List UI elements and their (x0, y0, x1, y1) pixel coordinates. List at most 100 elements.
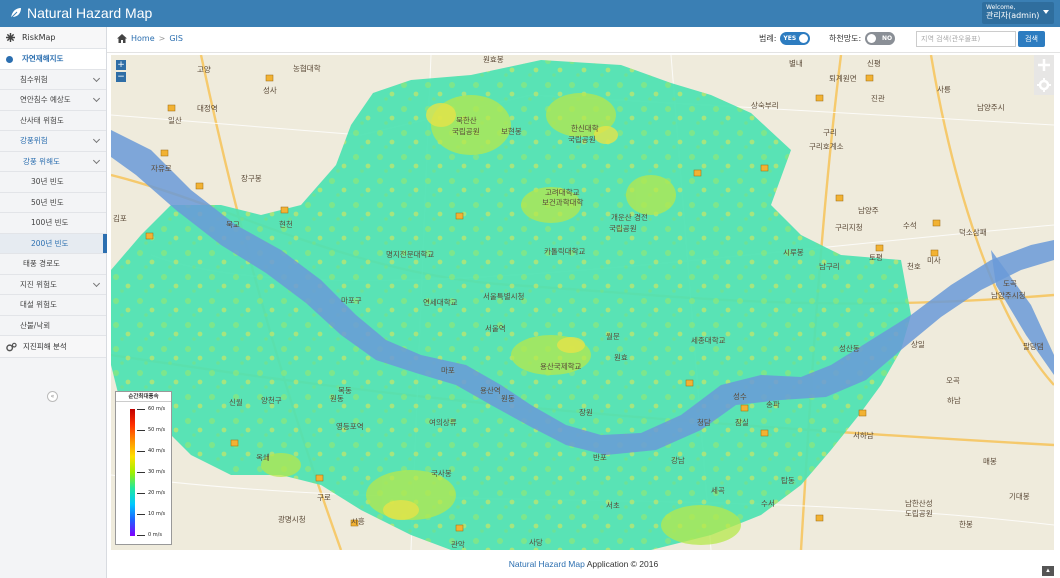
legend-tick: 0 m/s (137, 532, 162, 538)
map-label: 국립공원 (452, 127, 480, 136)
map-label: 연세대학교 (423, 298, 458, 307)
legend-tick: 30 m/s (136, 469, 166, 475)
home-icon (117, 34, 127, 43)
river-toggle[interactable]: NO (865, 32, 896, 45)
map-label: 현천 (279, 220, 293, 229)
sidebar: RiskMap 자연재해지도 침수위험 연안침수 예상도 산사태 위험도 강풍위… (0, 27, 107, 578)
map-label: 남양주 (858, 206, 879, 215)
zoom-out-button[interactable]: − (116, 72, 126, 82)
map-view[interactable]: 고양 대정역 농협대학 원효봉 별내 신평 퇴계원면 진관 사릉 일산 성사 북… (111, 55, 1054, 550)
legend-tick: 20 m/s (136, 490, 166, 496)
sidebar-item-wind[interactable]: 강풍위험 (0, 131, 106, 152)
map-label: 명지전문대학교 (386, 250, 435, 259)
map-label: 대정역 (197, 104, 218, 113)
map-label: 잠실 (735, 418, 749, 427)
map-label: 카톨릭대학교 (544, 247, 586, 256)
map-settings-button[interactable] (1034, 75, 1054, 95)
sidebar-item-earthquake[interactable]: 지진 위험도 (0, 275, 106, 295)
map-label: 성수 (733, 392, 747, 401)
map-label: 세곡 (711, 486, 725, 495)
gears-icon (6, 342, 17, 351)
chevron-down-icon (92, 156, 101, 164)
search-button[interactable]: 검색 (1018, 31, 1045, 47)
map-label: 기대봉 (1009, 492, 1030, 501)
legend-toggle-label: 범례: (759, 34, 777, 43)
sidebar-item-label: 지진 위험도 (20, 279, 57, 289)
scroll-top-button[interactable]: ▲ (1042, 566, 1054, 576)
sidebar-item-label: 강풍위험 (20, 136, 48, 146)
map-label: 마포구 (341, 296, 362, 305)
sidebar-item-50yr[interactable]: 50년 빈도 (0, 193, 106, 213)
chevron-down-icon (92, 279, 101, 287)
sidebar-riskmap[interactable]: RiskMap (0, 27, 106, 49)
map-label: 고양 (197, 65, 211, 74)
map-label: 마포 (441, 366, 455, 375)
sidebar-item-label: 태풍 경로도 (23, 259, 60, 269)
user-menu[interactable]: Welcome, 관리자(admin) (982, 2, 1054, 24)
bullet-icon (6, 56, 13, 63)
map-label: 서울특별시청 (483, 292, 525, 301)
sidebar-item-typhoon-track[interactable]: 태풍 경로도 (0, 254, 106, 275)
region-search-input[interactable] (916, 31, 1016, 47)
map-plus-tool-button[interactable] (1034, 55, 1054, 75)
map-label: 미사 (927, 256, 941, 265)
map-label: 구리 (823, 128, 837, 137)
map-label: 한신대학 (571, 124, 599, 133)
sidebar-item-landslide[interactable]: 산사태 위험도 (0, 111, 106, 131)
sidebar-item-100yr[interactable]: 100년 빈도 (0, 213, 106, 234)
sidebar-item-wind-hazard[interactable]: 강풍 위해도 (0, 152, 106, 172)
sidebar-analysis-label: 지진피해 분석 (23, 342, 67, 351)
legend-toggle[interactable]: YES (780, 32, 811, 45)
sidebar-item-flood[interactable]: 침수위험 (0, 70, 106, 90)
asterisk-icon (6, 33, 15, 42)
brand[interactable]: Natural Hazard Map (10, 5, 152, 21)
sidebar-item-label: 산사태 위험도 (20, 115, 64, 125)
map-label: 남구리 (819, 262, 840, 271)
sidebar-item-fire-lightning[interactable]: 산불/낙뢰 (0, 316, 106, 336)
legend-title: 순간최대풍속 (116, 392, 171, 402)
map-label: 신평 (867, 59, 881, 68)
map-label: 원효봉 (483, 55, 504, 64)
breadcrumb: Home > GIS (117, 34, 183, 43)
river-toggle-label: 하천망도: (829, 34, 862, 43)
sidebar-item-30yr[interactable]: 30년 빈도 (0, 172, 106, 193)
sidebar-earthquake-analysis[interactable]: 지진피해 분석 (0, 336, 106, 358)
map-label: 개운산 경전 (611, 213, 648, 222)
app-header: Natural Hazard Map Welcome, 관리자(admin) (0, 0, 1060, 27)
zoom-in-button[interactable]: + (116, 60, 126, 70)
map-label: 자유로 (151, 164, 172, 173)
sidebar-item-label: 강풍 위해도 (23, 156, 60, 166)
river-toggle-text: NO (882, 35, 893, 42)
map-label: 여의상류 (429, 418, 457, 427)
map-label: 남양주시청 (991, 291, 1026, 300)
sidebar-collapse-button[interactable]: « (47, 391, 58, 402)
map-label: 북교 (226, 220, 240, 229)
caret-down-icon (1043, 10, 1049, 14)
breadcrumb-home[interactable]: Home (131, 34, 155, 43)
map-label: 목동 (338, 386, 352, 395)
sidebar-item-coastal-flood[interactable]: 연안침수 예상도 (0, 90, 106, 111)
breadcrumb-separator: > (158, 34, 166, 43)
map-label: 청담 (697, 418, 711, 427)
map-label: 서하남 (853, 431, 874, 440)
map-label: 시루봉 (783, 248, 804, 257)
sidebar-item-label: 대설 위험도 (20, 300, 57, 310)
map-label: 보현봉 (501, 127, 522, 136)
map-label: 원동 (501, 394, 515, 403)
map-label: 원효 (614, 353, 628, 362)
sidebar-item-label: 200년 빈도 (31, 238, 69, 248)
map-label: 성산동 (839, 344, 860, 353)
map-label: 광명시청 (278, 515, 306, 524)
sidebar-item-label: 30년 빈도 (31, 177, 64, 187)
breadcrumb-current: GIS (169, 34, 183, 43)
map-label: 김포 (113, 214, 127, 223)
sidebar-item-snow[interactable]: 대설 위험도 (0, 295, 106, 316)
sidebar-item-label: 산불/낙뢰 (20, 320, 51, 330)
map-label: 강남 (671, 456, 685, 465)
sidebar-item-200yr[interactable]: 200년 빈도 (0, 233, 107, 254)
sidebar-item-natural-hazard-map[interactable]: 자연재해지도 (0, 49, 106, 70)
sidebar-item-label: 50년 빈도 (31, 197, 64, 207)
map-labels: 고양 대정역 농협대학 원효봉 별내 신평 퇴계원면 진관 사릉 일산 성사 북… (111, 55, 1054, 550)
map-label: 용산국제학교 (540, 362, 582, 371)
wind-speed-legend: 순간최대풍속 60 m/s 50 m/s 40 m/s 30 m/s 20 m/… (115, 391, 172, 545)
